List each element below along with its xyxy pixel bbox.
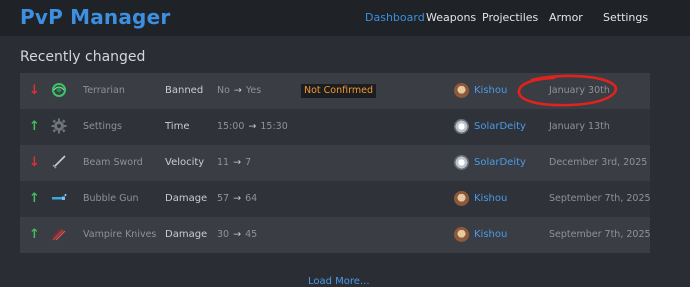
old-value: No bbox=[217, 85, 230, 96]
new-value: Yes bbox=[245, 85, 262, 96]
user-link[interactable]: SolarDeity bbox=[474, 109, 526, 145]
arrow-right-icon: → bbox=[248, 121, 257, 132]
arrow-down-icon: ↓ bbox=[29, 155, 40, 170]
new-value: 15:30 bbox=[260, 121, 288, 132]
value-change: 57 → 64 bbox=[217, 181, 257, 217]
arrow-right-icon: → bbox=[233, 85, 242, 96]
value-change: No → Yes bbox=[217, 73, 261, 109]
user-link[interactable]: Kishou bbox=[474, 181, 507, 217]
arrow-right-icon: → bbox=[233, 157, 242, 168]
red-circle-annotation bbox=[517, 74, 618, 107]
nav-dashboard[interactable]: Dashboard bbox=[365, 11, 425, 24]
nav-settings[interactable]: Settings bbox=[603, 11, 648, 24]
old-value: 57 bbox=[217, 193, 230, 204]
top-nav-bar: PvP Manager Dashboard Weapons Projectile… bbox=[0, 0, 690, 36]
avatar bbox=[454, 119, 469, 134]
beam-sword-icon bbox=[50, 145, 68, 181]
arrow-up-icon: ↑ bbox=[29, 191, 40, 206]
avatar bbox=[454, 191, 469, 206]
item-name: Terrarian bbox=[83, 85, 125, 96]
main-nav: Dashboard Weapons Projectiles Armor Sett… bbox=[0, 11, 690, 27]
value-change: 11 → 7 bbox=[217, 145, 251, 181]
changed-field: Damage bbox=[165, 229, 208, 240]
user-link[interactable]: SolarDeity bbox=[474, 145, 526, 181]
table-row[interactable]: ↑ Bubble Gun Damage 57 → 64 Kishou Septemb… bbox=[20, 181, 651, 217]
table-row[interactable]: ↑ Settings Time 15:00 → 15:30 SolarDeity J… bbox=[20, 109, 650, 145]
bubble-gun-icon bbox=[50, 181, 68, 217]
item-name: Settings bbox=[83, 121, 122, 132]
change-date: December 3rd, 2025 bbox=[549, 157, 648, 168]
old-value: 15:00 bbox=[217, 121, 245, 132]
arrow-right-icon: → bbox=[233, 193, 242, 204]
change-date: September 7th, 2025 bbox=[549, 229, 651, 240]
change-date: January 13th bbox=[549, 121, 610, 132]
new-value: 7 bbox=[245, 157, 252, 168]
avatar bbox=[454, 227, 469, 242]
section-title: Recently changed bbox=[20, 49, 146, 65]
changed-field: Damage bbox=[165, 193, 208, 204]
nav-armor[interactable]: Armor bbox=[549, 11, 583, 24]
changed-field: Banned bbox=[165, 85, 204, 96]
avatar bbox=[454, 83, 469, 98]
changed-field: Velocity bbox=[165, 157, 205, 168]
arrow-right-icon: → bbox=[233, 229, 242, 240]
arrow-up-icon: ↑ bbox=[29, 227, 40, 242]
arrow-down-icon: ↓ bbox=[29, 83, 40, 98]
item-name: Bubble Gun bbox=[83, 193, 139, 204]
table-row[interactable]: ↑ Vampire Knives Damage 30 → 45 Kishou Sep… bbox=[20, 217, 651, 253]
item-name: Vampire Knives bbox=[83, 229, 157, 240]
value-change: 15:00 → 15:30 bbox=[217, 109, 288, 145]
value-change: 30 → 45 bbox=[217, 217, 257, 253]
avatar bbox=[454, 155, 469, 170]
new-value: 45 bbox=[245, 229, 258, 240]
changed-field: Time bbox=[165, 121, 190, 132]
change-date: September 7th, 2025 bbox=[549, 193, 651, 204]
table-row[interactable]: ↓ Beam Sword Velocity 11 → 7 SolarDeity De… bbox=[20, 145, 650, 181]
terrarian-yoyo-icon bbox=[50, 73, 68, 109]
arrow-up-icon: ↑ bbox=[29, 119, 40, 134]
old-value: 11 bbox=[217, 157, 230, 168]
user-link[interactable]: Kishou bbox=[474, 73, 507, 109]
gear-icon bbox=[50, 109, 68, 145]
user-link[interactable]: Kishou bbox=[474, 217, 507, 253]
status-badge: Not Confirmed bbox=[301, 84, 376, 98]
nav-projectiles[interactable]: Projectiles bbox=[482, 11, 538, 24]
vampire-knives-icon bbox=[50, 217, 68, 253]
load-more-link[interactable]: Load More... bbox=[308, 276, 370, 287]
new-value: 64 bbox=[245, 193, 258, 204]
old-value: 30 bbox=[217, 229, 230, 240]
item-name: Beam Sword bbox=[83, 157, 143, 168]
nav-weapons[interactable]: Weapons bbox=[426, 11, 476, 24]
